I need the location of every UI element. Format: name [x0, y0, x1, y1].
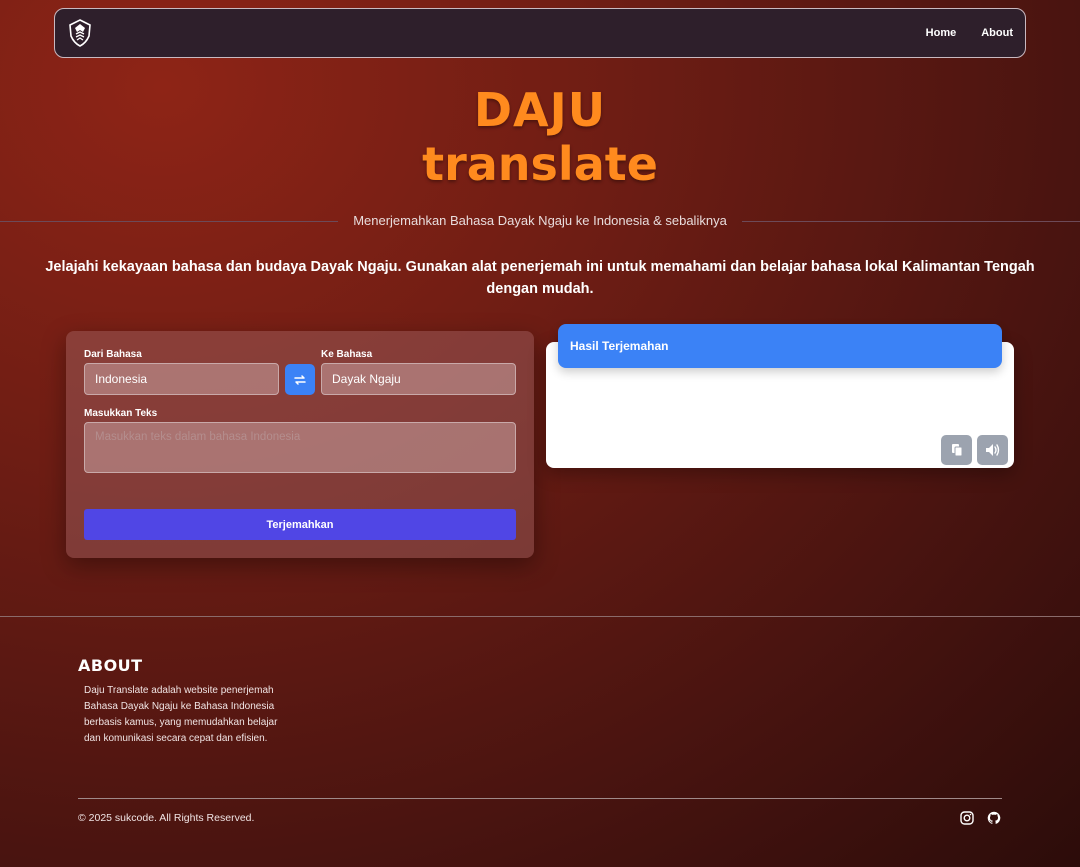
source-text-input[interactable] [84, 422, 516, 473]
swap-languages-button[interactable] [285, 364, 315, 395]
nav-about-link[interactable]: About [981, 27, 1013, 39]
swap-icon [294, 374, 306, 385]
footer-about-text: Daju Translate adalah website penerjemah… [84, 685, 278, 744]
from-language-select[interactable]: Indonesia [84, 363, 279, 395]
nav-links: Home About [926, 27, 1013, 39]
instagram-icon[interactable] [960, 811, 974, 825]
footer-about-title: ABOUT [78, 656, 143, 675]
dayak-shield-logo-icon[interactable] [67, 18, 93, 48]
nav-home-link[interactable]: Home [926, 27, 957, 39]
tagline: Menerjemahkan Bahasa Dayak Ngaju ke Indo… [0, 213, 1080, 228]
copy-button[interactable] [941, 435, 972, 465]
translator-card: Dari Bahasa Indonesia Ke Bahasa Dayak Ng… [66, 331, 534, 558]
input-text-label: Masukkan Teks [84, 408, 158, 419]
copy-icon [951, 444, 962, 457]
github-icon[interactable] [987, 811, 1001, 825]
from-language-label: Dari Bahasa [84, 349, 142, 360]
speak-button[interactable] [977, 435, 1008, 465]
to-language-label: Ke Bahasa [321, 349, 373, 360]
navbar: Home About [54, 8, 1026, 58]
result-header: Hasil Terjemahan [558, 324, 1002, 368]
brand-title-line2: translate [422, 137, 658, 191]
to-language-select[interactable]: Dayak Ngaju [321, 363, 516, 395]
translate-button[interactable]: Terjemahkan [84, 509, 516, 540]
intro-text: Jelajahi kekayaan bahasa dan budaya Daya… [45, 259, 1035, 297]
copyright-text: © 2025 sukcode. All Rights Reserved. [78, 812, 255, 824]
speaker-icon [985, 444, 999, 456]
footer-bottom-divider [78, 798, 1002, 799]
brand-title-line1: DAJU [473, 83, 607, 137]
tagline-text: Menerjemahkan Bahasa Dayak Ngaju ke Indo… [353, 213, 727, 228]
footer-divider [0, 616, 1080, 617]
